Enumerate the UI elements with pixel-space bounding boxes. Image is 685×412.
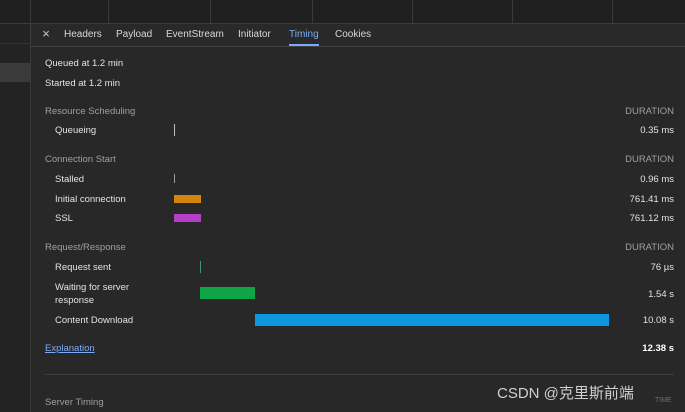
column-divider	[210, 0, 211, 23]
section-title-connection-start: Connection Start	[45, 154, 116, 165]
row-label-request-sent: Request sent	[55, 262, 111, 273]
tab-headers[interactable]: Headers	[64, 24, 102, 46]
section-divider	[45, 374, 674, 375]
tab-timing[interactable]: Timing	[289, 24, 319, 46]
request-list-pane	[0, 24, 31, 412]
column-divider	[30, 0, 31, 23]
row-value-waiting: 1.54 s	[648, 289, 674, 300]
column-divider	[512, 0, 513, 23]
timing-panel: Queued at 1.2 min Started at 1.2 min Res…	[31, 47, 685, 412]
selected-request-row[interactable]	[0, 63, 30, 82]
duration-header: DURATION	[625, 106, 674, 117]
section-title-server-timing: Server Timing	[45, 397, 104, 408]
row-value-stalled: 0.96 ms	[640, 174, 674, 185]
row-value-content-download: 10.08 s	[642, 315, 674, 326]
watermark: CSDN @克里斯前端	[497, 385, 634, 402]
request-row[interactable]	[0, 24, 30, 44]
section-title-request-response: Request/Response	[45, 242, 126, 253]
time-column-label: TIME	[655, 397, 672, 404]
initial-connection-bar	[174, 195, 201, 203]
ssl-bar	[174, 214, 201, 222]
row-label-stalled: Stalled	[55, 174, 85, 185]
duration-header: DURATION	[625, 242, 674, 253]
tab-payload[interactable]: Payload	[116, 24, 152, 46]
request-sent-bar	[200, 261, 201, 273]
close-icon[interactable]: ×	[39, 26, 53, 42]
column-divider	[108, 0, 109, 23]
top-strip	[0, 0, 685, 24]
tab-eventstream[interactable]: EventStream	[166, 24, 224, 46]
row-label-waiting-for-server-response: Waiting for server response	[55, 282, 130, 306]
row-value-request-sent: 76 µs	[650, 262, 674, 273]
detail-tab-bar: × Headers Payload EventStream Initiator …	[31, 24, 685, 47]
row-label-queueing: Queueing	[55, 125, 97, 136]
row-label-ssl: SSL	[55, 213, 73, 224]
duration-header: DURATION	[625, 154, 674, 165]
tab-initiator[interactable]: Initiator	[238, 24, 271, 46]
queued-at-text: Queued at 1.2 min	[45, 58, 124, 69]
stalled-bar	[174, 174, 175, 183]
row-value-ssl: 761.12 ms	[629, 213, 674, 224]
column-divider	[412, 0, 413, 23]
content-download-bar	[255, 314, 609, 326]
queueing-bar	[174, 124, 175, 136]
total-time: 12.38 s	[642, 343, 674, 354]
tab-cookies[interactable]: Cookies	[335, 24, 371, 46]
row-value-queueing: 0.35 ms	[640, 125, 674, 136]
row-label-content-download: Content Download	[55, 315, 134, 326]
section-title-resource-scheduling: Resource Scheduling	[45, 106, 136, 117]
started-at-text: Started at 1.2 min	[45, 78, 120, 89]
row-value-initial-connection: 761.41 ms	[629, 194, 674, 205]
column-divider	[312, 0, 313, 23]
explanation-link[interactable]: Explanation	[45, 343, 95, 354]
row-label-initial-connection: Initial connection	[55, 194, 126, 205]
waiting-bar	[200, 287, 255, 299]
column-divider	[612, 0, 613, 23]
